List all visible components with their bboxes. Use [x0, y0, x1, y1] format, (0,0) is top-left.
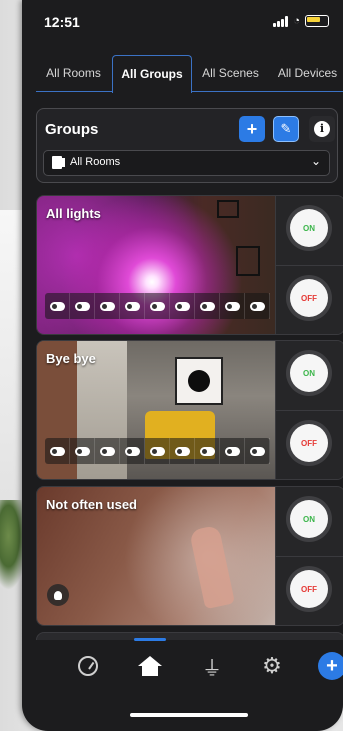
light-toggle[interactable]: [95, 438, 120, 464]
gauge-icon: [78, 656, 98, 676]
room-selector-value: All Rooms: [70, 156, 121, 168]
bottom-nav: ⏚ ⚙ +: [36, 638, 343, 694]
light-toggle[interactable]: [195, 438, 220, 464]
off-button[interactable]: OFF: [290, 570, 328, 608]
home-icon: [138, 656, 162, 676]
status-indicators: ◔: [273, 15, 329, 27]
on-area: ON: [276, 196, 343, 264]
bulb-icon[interactable]: [47, 584, 69, 606]
tab-all-scenes[interactable]: All Scenes: [193, 55, 268, 92]
nav-active-indicator: [134, 638, 166, 641]
signal-icon: [273, 15, 289, 27]
groups-header-card: Groups + ✎ i All Rooms ⌄: [36, 108, 338, 183]
light-toggles: [45, 438, 270, 464]
nav-settings[interactable]: ⚙: [254, 648, 290, 684]
chevron-down-icon: ⌄: [310, 154, 321, 168]
group-power-controls: ON OFF: [275, 341, 343, 479]
light-toggle[interactable]: [170, 293, 195, 319]
light-toggle[interactable]: [120, 438, 145, 464]
off-button[interactable]: OFF: [290, 424, 328, 462]
status-bar: 12:51 ◔: [22, 0, 343, 44]
edit-groups-button[interactable]: ✎: [273, 116, 299, 142]
off-button[interactable]: OFF: [290, 279, 328, 317]
plug-icon: ⏚: [202, 657, 222, 680]
tab-all-rooms[interactable]: All Rooms: [36, 55, 111, 92]
light-toggle[interactable]: [70, 438, 95, 464]
tab-all-devices[interactable]: All Devices: [272, 55, 343, 92]
room-selector[interactable]: All Rooms ⌄: [43, 150, 330, 176]
add-group-button[interactable]: +: [239, 116, 265, 142]
off-area: OFF: [276, 556, 343, 625]
wifi-icon: ◔: [293, 15, 300, 27]
group-power-controls: ON OFF: [275, 196, 343, 334]
light-toggle[interactable]: [70, 293, 95, 319]
light-toggle[interactable]: [220, 438, 245, 464]
on-area: ON: [276, 487, 343, 555]
off-area: OFF: [276, 265, 343, 334]
home-indicator: [130, 713, 248, 717]
light-toggle[interactable]: [220, 293, 245, 319]
tab-all-groups[interactable]: All Groups: [112, 55, 192, 93]
door-icon: [52, 156, 65, 169]
gear-icon: ⚙: [262, 653, 282, 678]
light-toggle[interactable]: [145, 293, 170, 319]
phone-screen: 12:51 ◔ All Rooms All Groups All Scenes …: [22, 0, 343, 731]
on-button[interactable]: ON: [290, 354, 328, 392]
light-toggle[interactable]: [95, 293, 120, 319]
light-toggle[interactable]: [45, 438, 70, 464]
group-card-all-lights[interactable]: All lights ON OFF: [36, 195, 343, 335]
light-toggle[interactable]: [195, 293, 220, 319]
nav-dashboard[interactable]: [70, 648, 106, 684]
info-button[interactable]: i: [309, 116, 335, 142]
groups-title: Groups: [45, 121, 99, 138]
status-time: 12:51: [44, 14, 80, 30]
pencil-icon: ✎: [280, 121, 292, 136]
group-card-bye-bye[interactable]: Bye bye ON OFF: [36, 340, 343, 480]
group-name: All lights: [46, 206, 101, 221]
nav-add-button[interactable]: +: [318, 652, 343, 680]
light-toggle[interactable]: [45, 293, 70, 319]
light-toggle[interactable]: [145, 438, 170, 464]
nav-devices[interactable]: ⏚: [194, 648, 230, 684]
off-area: OFF: [276, 410, 343, 479]
group-name: Not often used: [46, 497, 137, 512]
light-toggles: [45, 293, 270, 319]
light-toggle[interactable]: [170, 438, 195, 464]
light-toggle[interactable]: [245, 438, 270, 464]
light-toggle[interactable]: [245, 293, 270, 319]
on-button[interactable]: ON: [290, 209, 328, 247]
tab-bar: All Rooms All Groups All Scenes All Devi…: [36, 55, 343, 93]
nav-home[interactable]: [132, 648, 168, 684]
group-power-controls: ON OFF: [275, 487, 343, 625]
light-toggle[interactable]: [120, 293, 145, 319]
on-area: ON: [276, 341, 343, 409]
info-icon: i: [314, 121, 330, 137]
group-name: Bye bye: [46, 351, 96, 366]
group-card-not-often-used[interactable]: Not often used ON OFF: [36, 486, 343, 626]
on-button[interactable]: ON: [290, 500, 328, 538]
battery-icon: [305, 15, 329, 27]
